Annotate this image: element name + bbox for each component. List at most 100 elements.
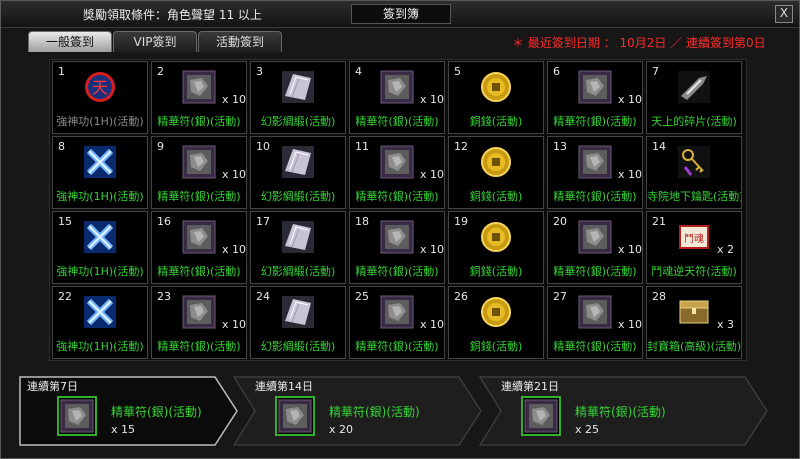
reward-item-name: 寺院地下鑰匙(活動) (647, 190, 741, 203)
charm-icon (182, 295, 216, 329)
reward-cell-day-5[interactable]: 5 銅錢(活動) (448, 61, 544, 134)
silk-icon (281, 145, 315, 179)
reward-quantity: x 10 (420, 318, 445, 331)
reward-day-number: 10 (256, 140, 270, 153)
reward-day-number: 8 (58, 140, 65, 153)
reward-cell-day-1[interactable]: 1 天強神功(1H)(活動) (52, 61, 148, 134)
charm-icon (380, 145, 414, 179)
reward-cell-day-11[interactable]: 11 x 10 精華符(銀)(活動) (349, 136, 445, 209)
close-button[interactable]: X (775, 5, 793, 23)
key-icon (677, 145, 711, 179)
reward-cell-day-16[interactable]: 16 x 10 精華符(銀)(活動) (151, 211, 247, 284)
reward-day-number: 7 (652, 65, 659, 78)
reward-quantity: x 10 (222, 318, 247, 331)
reward-item-name: 強神功(1H)(活動) (56, 190, 144, 203)
streak-item-quantity: x 20 (329, 423, 354, 436)
reward-day-number: 13 (553, 140, 567, 153)
reward-day-number: 5 (454, 65, 461, 78)
svg-text:鬥魂: 鬥魂 (684, 232, 704, 245)
coin-icon (479, 220, 513, 254)
reward-day-number: 19 (454, 215, 468, 228)
reward-item-name: 精華符(銀)(活動) (355, 340, 439, 353)
charm-icon (182, 220, 216, 254)
charm-icon (521, 396, 561, 436)
charm-icon (578, 295, 612, 329)
reward-cell-day-17[interactable]: 17 幻影綢緞(活動) (250, 211, 346, 284)
reward-cell-day-26[interactable]: 26 銅錢(活動) (448, 286, 544, 359)
reward-cell-day-12[interactable]: 12 銅錢(活動) (448, 136, 544, 209)
streak-item-name: 精華符(銀)(活動) (111, 405, 202, 419)
reward-cell-day-9[interactable]: 9 x 10 精華符(銀)(活動) (151, 136, 247, 209)
reward-item-name: 精華符(銀)(活動) (157, 340, 241, 353)
tab-event-signin[interactable]: 活動簽到 (198, 31, 282, 52)
reward-quantity: x 10 (420, 243, 445, 256)
reward-cell-day-20[interactable]: 20 x 10 精華符(銀)(活動) (547, 211, 643, 284)
reward-item-name: 幻影綢緞(活動) (260, 190, 336, 203)
reward-cell-day-27[interactable]: 27 x 10 精華符(銀)(活動) (547, 286, 643, 359)
reward-day-number: 21 (652, 215, 666, 228)
reward-cell-day-15[interactable]: 15 強神功(1H)(活動) (52, 211, 148, 284)
chest-icon (677, 295, 711, 329)
streak-reward-2[interactable]: 連續第14日 精華符(銀)(活動) x 20 (233, 376, 483, 446)
reward-cell-day-3[interactable]: 3 幻影綢緞(活動) (250, 61, 346, 134)
streak-item-name: 精華符(銀)(活動) (329, 405, 420, 419)
reward-cell-day-19[interactable]: 19 銅錢(活動) (448, 211, 544, 284)
reward-day-number: 25 (355, 290, 369, 303)
reward-cell-day-23[interactable]: 23 x 10 精華符(銀)(活動) (151, 286, 247, 359)
charm-icon (578, 70, 612, 104)
streak-reward-1[interactable]: 連續第7日精華符(銀)(活動) x 15 (19, 376, 239, 446)
svg-text:天: 天 (92, 78, 108, 97)
reward-item-name: 強神功(1H)(活動) (56, 340, 144, 353)
silk-icon (281, 220, 315, 254)
reward-cell-day-14[interactable]: 14 寺院地下鑰匙(活動) (646, 136, 742, 209)
reward-cell-day-21[interactable]: 21 鬥魂 x 2 鬥魂逆天符(活動) (646, 211, 742, 284)
streak-item-quantity: x 15 (111, 423, 136, 436)
reward-day-number: 16 (157, 215, 171, 228)
streak-reward-3[interactable]: 連續第21日 精華符(銀)(活動) x 25 (479, 376, 769, 446)
reward-day-number: 3 (256, 65, 263, 78)
reward-item-name: 精華符(銀)(活動) (157, 190, 241, 203)
reward-item-name: 精華符(銀)(活動) (355, 190, 439, 203)
charm-icon (57, 396, 97, 436)
reward-cell-day-6[interactable]: 6 x 10 精華符(銀)(活動) (547, 61, 643, 134)
reward-requirement: 獎勵領取條件：角色聲望 11 以上 (83, 8, 262, 22)
reward-cell-day-25[interactable]: 25 x 10 精華符(銀)(活動) (349, 286, 445, 359)
reward-cell-day-24[interactable]: 24 幻影綢緞(活動) (250, 286, 346, 359)
tab-normal-signin[interactable]: 一般簽到 (28, 31, 112, 52)
reward-quantity: x 10 (618, 93, 643, 106)
reward-item-name: 精華符(銀)(活動) (553, 190, 637, 203)
reward-day-number: 6 (553, 65, 560, 78)
reward-item-name: 強神功(1H)(活動) (56, 115, 144, 128)
reward-day-number: 27 (553, 290, 567, 303)
reward-quantity: x 10 (222, 243, 247, 256)
signin-notice: ＊ 最近簽到日期 ： 10月2日 ／ 連續簽到第0日 (512, 34, 766, 51)
reward-cell-day-18[interactable]: 18 x 10 精華符(銀)(活動) (349, 211, 445, 284)
reward-quantity: x 10 (420, 168, 445, 181)
reward-item-name: 精華符(銀)(活動) (553, 340, 637, 353)
reward-day-number: 22 (58, 290, 72, 303)
reward-quantity: x 2 (717, 243, 735, 256)
reward-day-number: 1 (58, 65, 65, 78)
reward-item-name: 精華符(銀)(活動) (157, 265, 241, 278)
notice-suffix: 日 (753, 36, 766, 50)
reward-cell-day-2[interactable]: 2 x 10 精華符(銀)(活動) (151, 61, 247, 134)
reward-cell-day-10[interactable]: 10 幻影綢緞(活動) (250, 136, 346, 209)
reward-day-number: 28 (652, 290, 666, 303)
reward-item-name: 銅錢(活動) (469, 265, 523, 278)
window-title: 簽到簿 (351, 4, 451, 24)
silk-icon (281, 70, 315, 104)
streak-label: 連續第21日 (501, 380, 559, 393)
reward-day-number: 14 (652, 140, 666, 153)
reward-day-number: 17 (256, 215, 270, 228)
reward-cell-day-4[interactable]: 4 x 10 精華符(銀)(活動) (349, 61, 445, 134)
streak-item-name: 精華符(銀)(活動) (575, 405, 666, 419)
reward-item-name: 鬥魂逆天符(活動) (651, 265, 737, 278)
reward-cell-day-28[interactable]: 28 x 3 封寶箱(高級)(活動) (646, 286, 742, 359)
tab-vip-signin[interactable]: VIP簽到 (113, 31, 197, 52)
reward-cell-day-13[interactable]: 13 x 10 精華符(銀)(活動) (547, 136, 643, 209)
streak-label: 連續第7日 (27, 380, 78, 393)
reward-cell-day-7[interactable]: 7 天上的碎片(活動) (646, 61, 742, 134)
reward-cell-day-8[interactable]: 8 強神功(1H)(活動) (52, 136, 148, 209)
reward-day-number: 24 (256, 290, 270, 303)
reward-cell-day-22[interactable]: 22 強神功(1H)(活動) (52, 286, 148, 359)
